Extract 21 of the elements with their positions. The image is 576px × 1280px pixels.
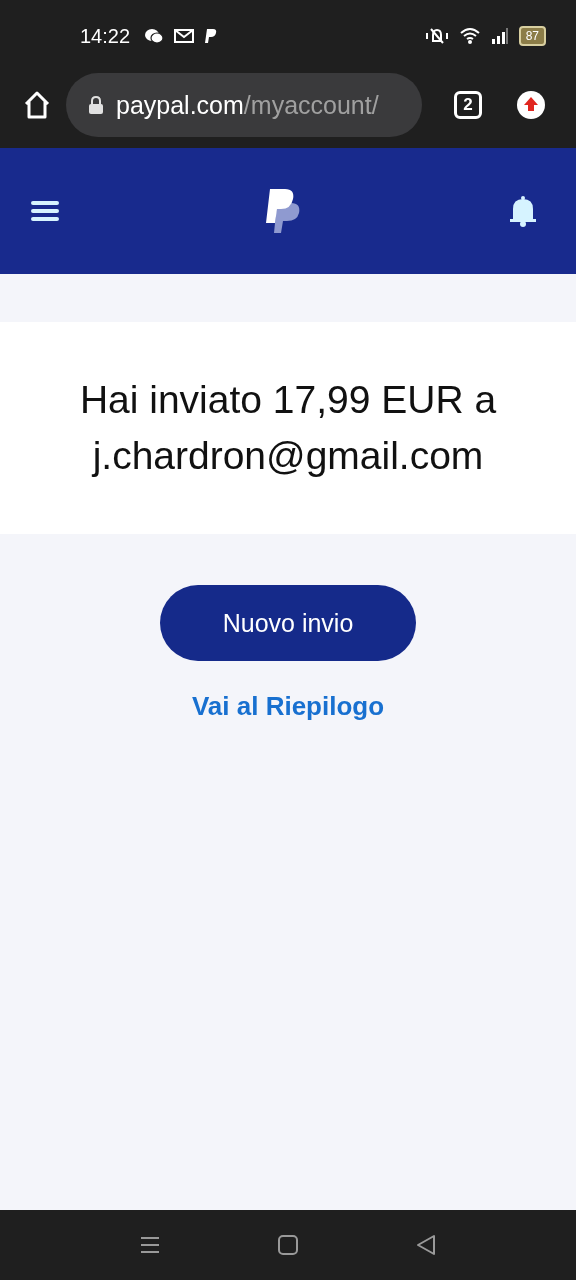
- upload-icon[interactable]: [516, 90, 546, 120]
- confirmation-message: Hai inviato 17,99 EUR a j.chardron@gmail.com: [78, 377, 498, 479]
- home-square-icon[interactable]: [277, 1234, 299, 1256]
- address-bar[interactable]: paypal.com/myaccount/: [66, 73, 422, 137]
- menu-icon[interactable]: [30, 199, 60, 223]
- lock-icon: [88, 95, 104, 115]
- battery-indicator: 87: [518, 26, 546, 46]
- mute-icon: [424, 27, 449, 45]
- chat-icon: [144, 28, 165, 44]
- summary-link[interactable]: Vai al Riepilogo: [191, 691, 385, 722]
- paypal-icon: [204, 28, 219, 44]
- tab-count-button[interactable]: 2: [454, 91, 482, 119]
- mail-icon: [174, 29, 195, 43]
- recents-icon[interactable]: [139, 1235, 161, 1255]
- new-send-button[interactable]: Nuovo invio: [160, 585, 416, 661]
- back-icon[interactable]: [415, 1234, 437, 1256]
- wifi-icon: [458, 27, 481, 45]
- signal-icon: [490, 28, 509, 44]
- home-icon[interactable]: [22, 90, 52, 120]
- status-time: 14:22: [80, 24, 131, 48]
- notification-bell-icon[interactable]: [508, 195, 538, 227]
